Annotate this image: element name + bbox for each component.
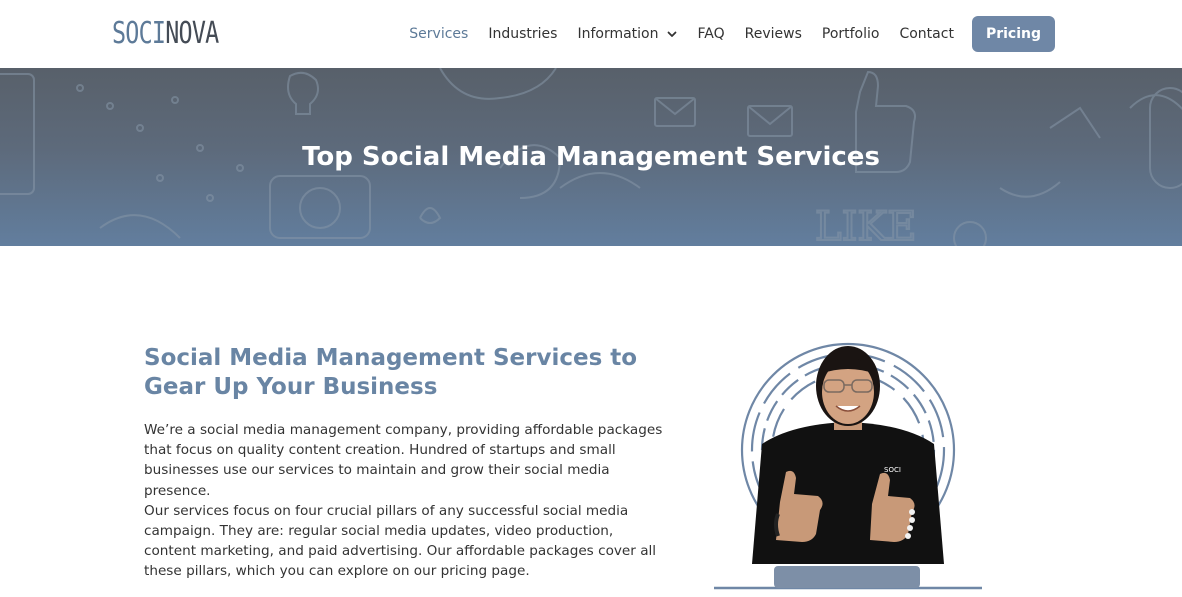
team-member-thumbs-up-image: SOCI <box>714 342 982 590</box>
shirt-logo-text: SOCI <box>884 466 901 474</box>
section-body: We’re a social media management company,… <box>144 420 666 582</box>
nav-services[interactable]: Services <box>409 26 468 42</box>
hero-banner: LIKE Top Social Media Management Service… <box>0 68 1182 246</box>
socinova-logo[interactable]: SOCINOVA <box>112 17 219 51</box>
svg-text:LIKE: LIKE <box>815 204 916 246</box>
hero-title: Top Social Media Management Services <box>302 142 880 172</box>
nav-portfolio[interactable]: Portfolio <box>822 26 880 42</box>
nav-information[interactable]: Information <box>577 26 677 42</box>
intro-paragraph: We’re a social media management company,… <box>144 422 663 499</box>
pillars-paragraph: Our services focus on four crucial pilla… <box>144 502 657 580</box>
chevron-down-icon <box>667 31 676 37</box>
nav-contact[interactable]: Contact <box>899 26 953 42</box>
main-nav: Services Industries Information FAQ Revi… <box>409 16 1055 52</box>
nav-industries[interactable]: Industries <box>488 26 557 42</box>
nav-faq[interactable]: FAQ <box>698 26 725 42</box>
nav-reviews[interactable]: Reviews <box>745 26 802 42</box>
site-header: SOCINOVA Services Industries Information… <box>0 0 1182 68</box>
section-heading: Social Media Management Services to Gear… <box>144 345 638 400</box>
pricing-button[interactable]: Pricing <box>971 16 1055 52</box>
